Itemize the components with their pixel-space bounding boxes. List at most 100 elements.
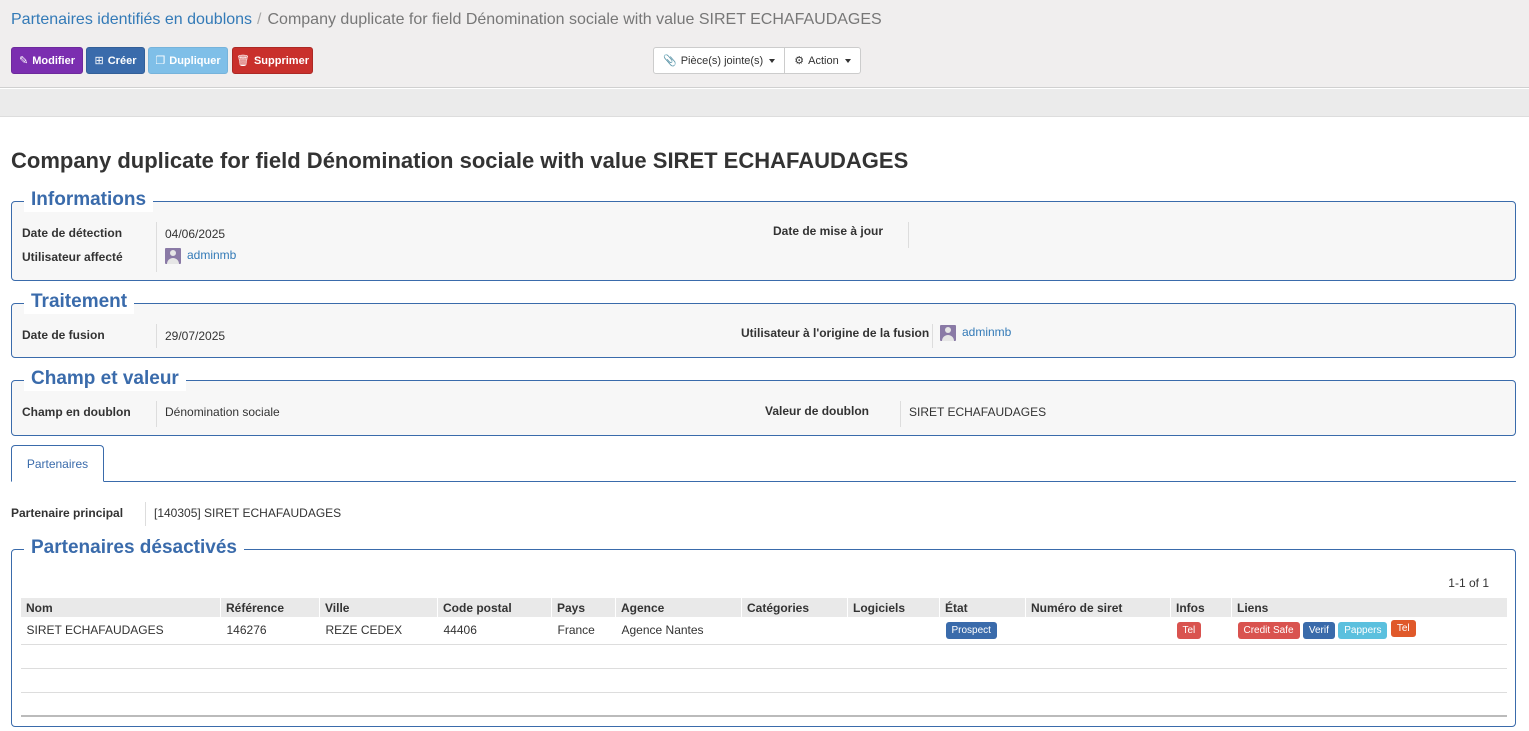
informations-group: Informations Date de détection 04/06/202… <box>11 188 1516 281</box>
table-row[interactable]: SIRET ECHAFAUDAGES 146276 REZE CEDEX 444… <box>20 617 1507 645</box>
date-fusion-label: Date de fusion <box>22 328 105 342</box>
cell-liens: Credit Safe Verif Pappers Tel <box>1231 617 1507 645</box>
utilisateur-fusion-label: Utilisateur à l'origine de la fusion <box>741 326 930 340</box>
empty-row <box>20 644 1507 669</box>
cell-agence: Agence Nantes <box>615 617 742 645</box>
utilisateur-fusion-value: adminmb <box>940 325 1011 341</box>
cell-code-postal: 44406 <box>437 617 552 645</box>
dupliquer-label: Dupliquer <box>169 54 221 67</box>
action-label: Action <box>808 54 839 67</box>
partenaire-principal-label: Partenaire principal <box>11 506 124 520</box>
column-header[interactable]: Logiciels <box>847 598 940 617</box>
column-header[interactable]: Pays <box>551 598 616 617</box>
column-header[interactable]: Liens <box>1231 598 1507 617</box>
cell-reference: 146276 <box>220 617 320 645</box>
valeur-doublon-value: SIRET ECHAFAUDAGES <box>909 405 1047 419</box>
page-title: Company duplicate for field Dénomination… <box>11 148 909 173</box>
avatar-icon <box>165 248 181 264</box>
breadcrumb: Partenaires identifiés en doublons / Compa… <box>11 11 882 29</box>
traitement-group: Traitement Date de fusion 29/07/2025 Uti… <box>11 290 1516 358</box>
tab-bar-line <box>11 481 1516 482</box>
creer-label: Créer <box>107 54 137 67</box>
gear-icon: ⚙ <box>794 55 805 67</box>
copy-icon: ❐ <box>155 55 166 67</box>
field-separator <box>145 502 146 526</box>
modifier-button[interactable]: ✎ Modifier <box>11 47 83 74</box>
column-header[interactable]: Numéro de siret <box>1025 598 1171 617</box>
partenaires-desactives-table: Nom Référence Ville Code postal Pays Age… <box>20 598 1507 717</box>
partenaires-desactives-legend: Partenaires désactivés <box>24 536 244 560</box>
cell-infos: Tel <box>1170 617 1232 645</box>
utilisateur-affecte-label: Utilisateur affecté <box>22 250 123 264</box>
sidebar-button-group: 📎 Pièce(s) jointe(s) ⚙ Action <box>653 47 861 74</box>
field-separator <box>932 324 933 348</box>
champ-valeur-legend: Champ et valeur <box>24 367 186 391</box>
champ-valeur-group: Champ et valeur Champ en doublon Dénomin… <box>11 367 1516 436</box>
pappers-link[interactable]: Pappers <box>1338 621 1388 639</box>
informations-legend: Informations <box>24 188 154 212</box>
column-header[interactable]: Catégories <box>741 598 848 617</box>
cell-nom: SIRET ECHAFAUDAGES <box>20 617 221 645</box>
traitement-legend: Traitement <box>24 290 135 314</box>
column-header[interactable]: Code postal <box>437 598 552 617</box>
field-separator <box>908 222 909 248</box>
creer-button[interactable]: ⊞ Créer <box>86 47 145 74</box>
field-separator <box>156 222 157 272</box>
caret-down-icon <box>769 58 776 63</box>
column-header[interactable]: Ville <box>319 598 438 617</box>
column-header[interactable]: Agence <box>615 598 742 617</box>
cell-ville: REZE CEDEX <box>319 617 438 645</box>
table-header-row: Nom Référence Ville Code postal Pays Age… <box>20 598 1507 617</box>
breadcrumb-current: Company duplicate for field Dénomination… <box>267 11 882 28</box>
utilisateur-affecte-link[interactable]: adminmb <box>187 248 236 262</box>
dupliquer-button[interactable]: ❐ Dupliquer <box>148 47 228 74</box>
avatar-icon <box>940 325 956 341</box>
cell-pays: France <box>551 617 616 645</box>
cell-logiciels <box>847 617 940 645</box>
plus-square-icon: ⊞ <box>94 55 104 67</box>
column-header[interactable]: Nom <box>20 598 221 617</box>
attachments-label: Pièce(s) jointe(s) <box>680 54 764 67</box>
edit-icon: ✎ <box>19 55 29 67</box>
paperclip-icon: 📎 <box>663 55 677 67</box>
supprimer-label: Supprimer <box>253 54 309 67</box>
champ-doublon-label: Champ en doublon <box>22 405 131 419</box>
field-separator <box>156 324 157 348</box>
breadcrumb-separator: / <box>257 11 262 28</box>
cell-etat: Prospect <box>939 617 1026 645</box>
action-dropdown[interactable]: ⚙ Action <box>785 47 861 74</box>
column-header[interactable]: Référence <box>220 598 320 617</box>
modifier-label: Modifier <box>32 54 75 67</box>
date-detection-value: 04/06/2025 <box>165 227 226 241</box>
partenaire-principal-link[interactable]: [140305] SIRET ECHAFAUDAGES <box>154 506 341 520</box>
caret-down-icon <box>844 58 851 63</box>
tel-info-badge[interactable]: Tel <box>1176 621 1202 639</box>
date-detection-label: Date de détection <box>22 226 123 240</box>
column-header[interactable]: État <box>939 598 1026 617</box>
column-header[interactable]: Infos <box>1170 598 1232 617</box>
control-panel: Partenaires identifiés en doublons / Compa… <box>0 0 1529 88</box>
trash-icon: 🗑 <box>236 55 250 67</box>
empty-row <box>20 692 1507 717</box>
credit-safe-link[interactable]: Credit Safe <box>1237 621 1300 639</box>
attachments-dropdown[interactable]: 📎 Pièce(s) jointe(s) <box>653 47 786 74</box>
breadcrumb-parent-link[interactable]: Partenaires identifiés en doublons <box>11 11 252 28</box>
tel-link[interactable]: Tel <box>1390 619 1416 637</box>
tab-partenaires[interactable]: Partenaires <box>11 445 104 482</box>
verif-link[interactable]: Verif <box>1302 621 1335 639</box>
empty-row <box>20 668 1507 693</box>
date-maj-label: Date de mise à jour <box>773 224 884 238</box>
pager-counter[interactable]: 1-1 of 1 <box>1448 576 1489 590</box>
supprimer-button[interactable]: 🗑 Supprimer <box>232 47 313 74</box>
champ-doublon-link[interactable]: Dénomination sociale <box>165 405 280 419</box>
utilisateur-fusion-link[interactable]: adminmb <box>962 325 1011 339</box>
utilisateur-affecte-value: adminmb <box>165 248 236 264</box>
statusbar-strip <box>0 89 1529 117</box>
field-separator <box>900 401 901 427</box>
field-separator <box>156 401 157 427</box>
date-fusion-value: 29/07/2025 <box>165 329 226 343</box>
valeur-doublon-label: Valeur de doublon <box>765 404 870 418</box>
cell-categories <box>741 617 848 645</box>
status-badge: Prospect <box>945 621 997 639</box>
cell-siret <box>1025 617 1171 645</box>
